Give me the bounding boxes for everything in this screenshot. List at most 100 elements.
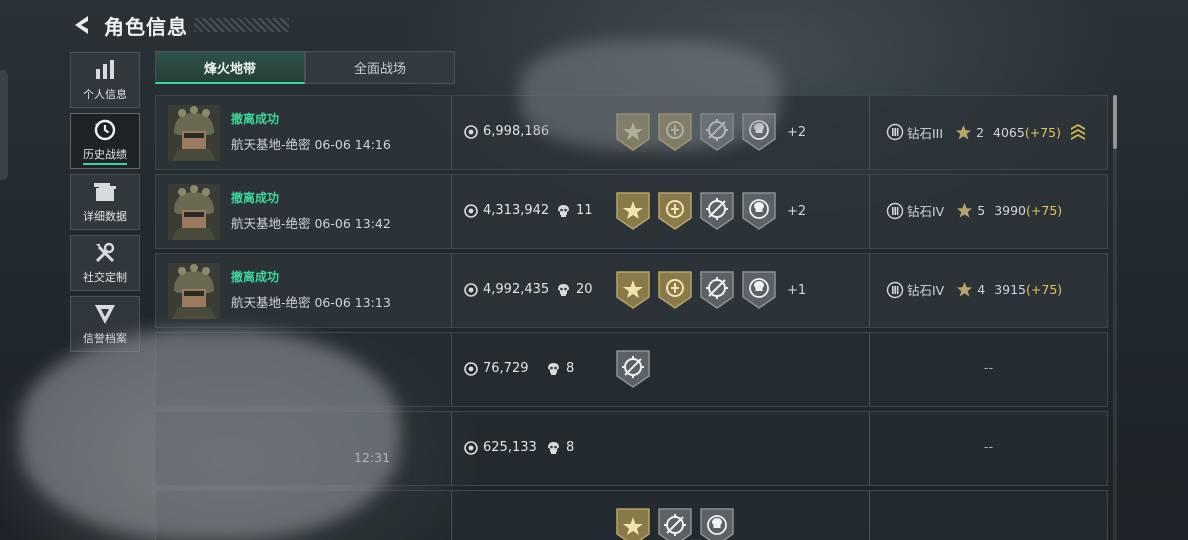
tab-full-battlefield[interactable]: 全面战场 — [305, 51, 455, 84]
rank-points: 3915 — [994, 282, 1027, 297]
sidebar-item-social[interactable]: 社交定制 — [70, 235, 140, 291]
operator-avatar — [168, 263, 220, 319]
gold-star-badge-icon[interactable] — [616, 271, 650, 309]
map-and-time: 航天基地-绝密 06-06 13:13 — [231, 295, 391, 310]
loot-value: 4,313,942 — [464, 203, 549, 218]
match-record-row[interactable]: 76,729 8 -- — [155, 332, 1108, 407]
rank-tier-icon — [886, 202, 904, 220]
kill-count-text: 8 — [566, 361, 575, 376]
sidebar-item-label: 个人信息 — [83, 88, 127, 101]
rank-points-delta: (+75) — [1026, 203, 1063, 218]
target-badge-icon[interactable] — [700, 271, 734, 309]
extraction-status: 撤离成功 — [231, 191, 280, 205]
gold-star-badge-icon[interactable] — [616, 192, 650, 230]
target-badge-icon[interactable] — [658, 508, 692, 540]
rank-stars: 4 — [977, 282, 986, 297]
loot-value: 4,992,435 — [464, 282, 549, 297]
gold-star-badge-icon[interactable] — [616, 113, 650, 151]
tab-beacon-zone[interactable]: 烽火地带 — [155, 51, 305, 84]
target-badge-icon[interactable] — [700, 192, 734, 230]
clock-history-icon — [92, 117, 118, 143]
skull-badge-icon[interactable] — [742, 113, 776, 151]
rank-cell: 钻石IV 5 3990 (+75) — [870, 175, 1107, 248]
kill-count: 8 — [547, 440, 574, 455]
badge-list — [616, 508, 742, 540]
rank-info: 钻石IV 4 3915 (+75) — [886, 280, 1062, 299]
skull-badge-icon[interactable] — [742, 271, 776, 309]
match-record-row[interactable] — [155, 490, 1108, 540]
kill-count-text: 8 — [566, 440, 575, 455]
gold-star-badge-icon[interactable] — [616, 508, 650, 540]
scroll-thumb[interactable] — [1113, 95, 1117, 149]
sidebar-item-label: 社交定制 — [83, 271, 127, 284]
match-info-cell: 撤离成功 航天基地-绝密 06-06 14:16 — [156, 96, 452, 169]
gold-medal-badge-icon[interactable] — [658, 113, 692, 151]
badge-list — [616, 271, 784, 309]
match-info-cell — [156, 491, 452, 540]
title-decoration — [194, 18, 289, 32]
rank-points-delta: (+75) — [1024, 124, 1061, 140]
match-stats-cell — [452, 491, 870, 540]
rank-tier-icon — [886, 123, 904, 141]
kill-count: 8 — [547, 361, 574, 376]
skull-badge-icon[interactable] — [742, 192, 776, 230]
target-badge-icon[interactable] — [700, 113, 734, 151]
star-icon — [955, 124, 972, 141]
rank-cell — [870, 491, 1107, 540]
gold-medal-badge-icon[interactable] — [658, 192, 692, 230]
sidebar-item-reputation[interactable]: 信誉档案 — [70, 296, 140, 352]
badge-list — [616, 113, 784, 151]
target-badge-icon[interactable] — [616, 350, 650, 388]
skull-icon — [547, 441, 560, 455]
back-arrow-icon[interactable] — [70, 13, 94, 37]
edge-pull-tab[interactable] — [0, 70, 8, 180]
coin-icon — [464, 283, 478, 297]
kill-count: 11 — [557, 203, 593, 218]
more-badges-count[interactable]: +2 — [787, 204, 806, 219]
more-badges-count[interactable]: +2 — [787, 125, 806, 140]
rank-up-chevron-icon — [1069, 122, 1087, 142]
skull-icon — [547, 362, 560, 376]
skull-badge-icon[interactable] — [700, 508, 734, 540]
gold-medal-badge-icon[interactable] — [658, 271, 692, 309]
rank-cell: -- — [870, 412, 1107, 485]
sidebar: 个人信息 历史战绩 详细数据 社交定制 信誉档案 — [70, 52, 140, 357]
list-scrollbar[interactable] — [1113, 95, 1117, 540]
rank-cell: 钻石IV 4 3915 (+75) — [870, 254, 1107, 327]
loot-value: 76,729 — [464, 361, 529, 376]
match-info-cell: 撤离成功 航天基地-绝密 06-06 13:42 — [156, 175, 452, 248]
map-and-time: 航天基地-绝密 06-06 13:42 — [231, 216, 391, 231]
rank-cell: 钻石III 2 4065 (+75) — [870, 96, 1107, 169]
rank-points-delta: (+75) — [1026, 282, 1063, 297]
sidebar-item-history[interactable]: 历史战绩 — [70, 113, 140, 169]
rank-cell: -- — [870, 333, 1107, 406]
rank-info: 钻石IV 5 3990 (+75) — [886, 201, 1062, 220]
match-stats-cell: 4,313,942 11 +2 — [452, 175, 870, 248]
match-record-row[interactable]: 撤离成功 航天基地-绝密 06-06 13:42 4,313,942 11 +2 — [155, 174, 1108, 249]
match-time: 12:31 — [354, 450, 391, 465]
match-record-row[interactable]: 12:31 625,133 8 -- — [155, 411, 1108, 486]
rank-empty: -- — [983, 440, 994, 455]
match-info-cell: 12:31 — [156, 412, 452, 485]
kill-count: 20 — [557, 282, 593, 297]
shield-emblem-icon — [92, 301, 118, 327]
match-record-row[interactable]: 撤离成功 航天基地-绝密 06-06 13:13 4,992,435 20 +1 — [155, 253, 1108, 328]
coin-icon — [464, 362, 478, 376]
sidebar-item-detailed-data[interactable]: 详细数据 — [70, 174, 140, 230]
sidebar-item-label: 详细数据 — [83, 210, 127, 223]
badge-list — [616, 192, 784, 230]
loot-value: 6,998,186 — [464, 124, 549, 139]
rank-stars: 5 — [977, 203, 986, 218]
loot-value-text: 625,133 — [483, 440, 537, 455]
match-record-row[interactable]: 撤离成功 航天基地-绝密 06-06 14:16 6,998,186 +2 钻石… — [155, 95, 1108, 170]
sidebar-item-personal-info[interactable]: 个人信息 — [70, 52, 140, 108]
rank-info: 钻石III 2 4065 (+75) — [886, 122, 1087, 142]
extraction-status: 撤离成功 — [231, 112, 280, 126]
extraction-status: 撤离成功 — [231, 270, 280, 284]
more-badges-count[interactable]: +1 — [787, 283, 806, 298]
sidebar-item-label: 历史战绩 — [83, 146, 127, 165]
match-info-cell: 撤离成功 航天基地-绝密 06-06 13:13 — [156, 254, 452, 327]
skull-icon — [557, 204, 570, 218]
operator-avatar — [168, 105, 220, 161]
match-history-list[interactable]: 撤离成功 航天基地-绝密 06-06 14:16 6,998,186 +2 钻石… — [155, 95, 1108, 540]
